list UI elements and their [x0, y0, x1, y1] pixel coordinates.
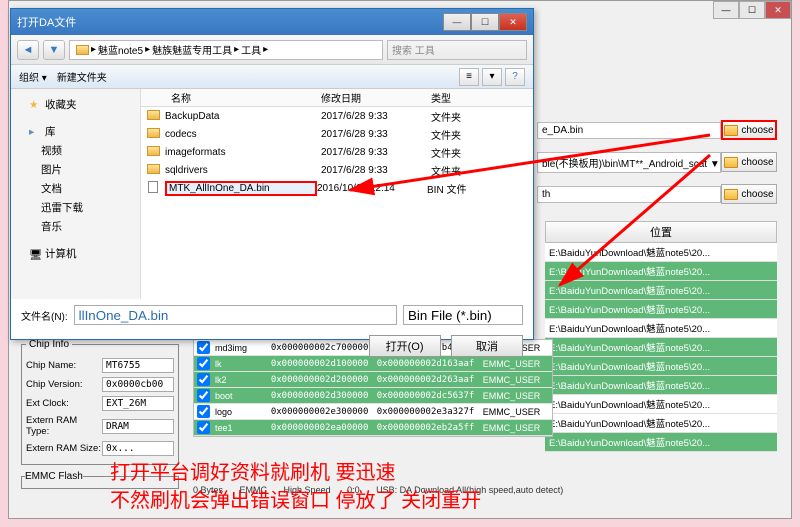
- sidebar-item[interactable]: 文档: [15, 179, 136, 198]
- partition-row[interactable]: lk20x000000002d2000000x000000002d263aafE…: [194, 372, 552, 388]
- location-row[interactable]: E:\BaiduYunDownload\魅蓝note5\20...: [545, 433, 777, 452]
- annotation-line1: 打开平台调好资料就刷机 要迅速: [110, 460, 396, 486]
- bg-maximize-button[interactable]: ☐: [739, 1, 765, 19]
- partition-row[interactable]: logo0x000000002e3000000x000000002e3a327f…: [194, 404, 552, 420]
- location-row[interactable]: E:\BaiduYunDownload\魅蓝note5\20...: [545, 281, 777, 300]
- view-icon[interactable]: ≡: [459, 68, 479, 86]
- location-row[interactable]: E:\BaiduYunDownload\魅蓝note5\20...: [545, 414, 777, 433]
- sidebar-favorites[interactable]: ★收藏夹: [15, 93, 136, 114]
- dialog-toolbar: 组织 ▾ 新建文件夹 ≡ ▾ ?: [11, 65, 533, 89]
- minimize-button[interactable]: —: [443, 13, 471, 31]
- location-row[interactable]: E:\BaiduYunDownload\魅蓝note5\20...: [545, 395, 777, 414]
- location-row[interactable]: E:\BaiduYunDownload\魅蓝note5\20...: [545, 319, 777, 338]
- sidebar-item[interactable]: 视频: [15, 141, 136, 160]
- bg-window-controls: — ☐ ✕: [713, 1, 791, 19]
- choose-button[interactable]: choose: [721, 152, 777, 172]
- file-row[interactable]: MTK_AllInOne_DA.bin2016/10/17 12:14BIN 文…: [141, 179, 533, 197]
- open-button[interactable]: 打开(O): [369, 335, 441, 357]
- filename-label: 文件名(N):: [21, 308, 68, 323]
- organize-menu[interactable]: 组织 ▾: [19, 69, 47, 84]
- col-type[interactable]: 类型: [431, 90, 511, 105]
- location-row[interactable]: E:\BaiduYunDownload\魅蓝note5\20...: [545, 338, 777, 357]
- partition-row[interactable]: boot0x000000002d3000000x000000002dc5637f…: [194, 388, 552, 404]
- file-row[interactable]: sqldrivers2017/6/28 9:33文件夹: [141, 161, 533, 179]
- dialog-titlebar[interactable]: 打开DA文件 — ☐ ✕: [11, 9, 533, 35]
- file-row[interactable]: BackupData2017/6/28 9:33文件夹: [141, 107, 533, 125]
- partition-row[interactable]: tee10x000000002ea000000x000000002eb2a5ff…: [194, 420, 552, 436]
- col-date[interactable]: 修改日期: [321, 90, 431, 105]
- choose-button[interactable]: choose: [721, 120, 777, 140]
- choose-panel: e_DA.binchooseble(不换板用)\bin\MT**_Android…: [537, 119, 777, 215]
- location-row[interactable]: E:\BaiduYunDownload\魅蓝note5\20...: [545, 300, 777, 319]
- location-row[interactable]: E:\BaiduYunDownload\魅蓝note5\20...: [545, 376, 777, 395]
- help-icon[interactable]: ?: [505, 68, 525, 86]
- cancel-button[interactable]: 取消: [451, 335, 523, 357]
- sidebar-computer[interactable]: 🖥计算机: [15, 242, 136, 263]
- sidebar-item[interactable]: 图片: [15, 160, 136, 179]
- sidebar-item[interactable]: 音乐: [15, 217, 136, 236]
- location-row[interactable]: E:\BaiduYunDownload\魅蓝note5\20...: [545, 262, 777, 281]
- sidebar: ★收藏夹 ▸库 视频图片文档迅雷下载音乐 🖥计算机: [11, 89, 141, 299]
- ram-type: DRAM: [102, 419, 174, 434]
- ext-clock: EXT_26M: [102, 396, 174, 411]
- chip-version: 0x0000cb00: [102, 377, 174, 392]
- dialog-footer: 文件名(N):: [11, 299, 533, 331]
- breadcrumb[interactable]: ▸ 魅蓝note5 ▸ 魅族魅蓝专用工具 ▸ 工具 ▸: [69, 40, 383, 60]
- bg-minimize-button[interactable]: —: [713, 1, 739, 19]
- file-row[interactable]: imageformats2017/6/28 9:33文件夹: [141, 143, 533, 161]
- col-name[interactable]: 名称: [141, 90, 321, 105]
- choose-button[interactable]: choose: [721, 184, 777, 204]
- ram-size: 0x...: [102, 441, 174, 456]
- file-row[interactable]: codecs2017/6/28 9:33文件夹: [141, 125, 533, 143]
- search-input[interactable]: 搜索 工具: [387, 40, 527, 60]
- maximize-button[interactable]: ☐: [471, 13, 499, 31]
- location-row[interactable]: E:\BaiduYunDownload\魅蓝note5\20...: [545, 357, 777, 376]
- filetype-select[interactable]: [403, 305, 523, 325]
- filename-input[interactable]: [74, 305, 397, 325]
- view-dropdown-icon[interactable]: ▾: [482, 68, 502, 86]
- newfolder-button[interactable]: 新建文件夹: [57, 69, 107, 84]
- dialog-title: 打开DA文件: [17, 14, 76, 30]
- location-header: 位置: [545, 221, 777, 243]
- partition-checkbox[interactable]: [197, 405, 210, 418]
- bg-close-button[interactable]: ✕: [765, 1, 791, 19]
- close-button[interactable]: ✕: [499, 13, 527, 31]
- location-row[interactable]: E:\BaiduYunDownload\魅蓝note5\20...: [545, 243, 777, 262]
- partition-checkbox[interactable]: [197, 389, 210, 402]
- partition-checkbox[interactable]: [197, 421, 210, 434]
- file-open-dialog: 打开DA文件 — ☐ ✕ ◄ ▼ ▸ 魅蓝note5 ▸ 魅族魅蓝专用工具 ▸ …: [10, 8, 534, 340]
- nav-bar: ◄ ▼ ▸ 魅蓝note5 ▸ 魅族魅蓝专用工具 ▸ 工具 ▸ 搜索 工具: [11, 35, 533, 65]
- partition-checkbox[interactable]: [197, 373, 210, 386]
- nav-fwd-button[interactable]: ▼: [43, 40, 65, 60]
- sidebar-item[interactable]: 迅雷下载: [15, 198, 136, 217]
- sidebar-libraries[interactable]: ▸库: [15, 120, 136, 141]
- file-list: 名称 修改日期 类型 BackupData2017/6/28 9:33文件夹co…: [141, 89, 533, 299]
- annotation-line2: 不然刷机会弹出错误窗口 停放了 关闭重开: [110, 488, 481, 514]
- nav-back-button[interactable]: ◄: [17, 40, 39, 60]
- location-table: 位置 E:\BaiduYunDownload\魅蓝note5\20...E:\B…: [545, 221, 777, 452]
